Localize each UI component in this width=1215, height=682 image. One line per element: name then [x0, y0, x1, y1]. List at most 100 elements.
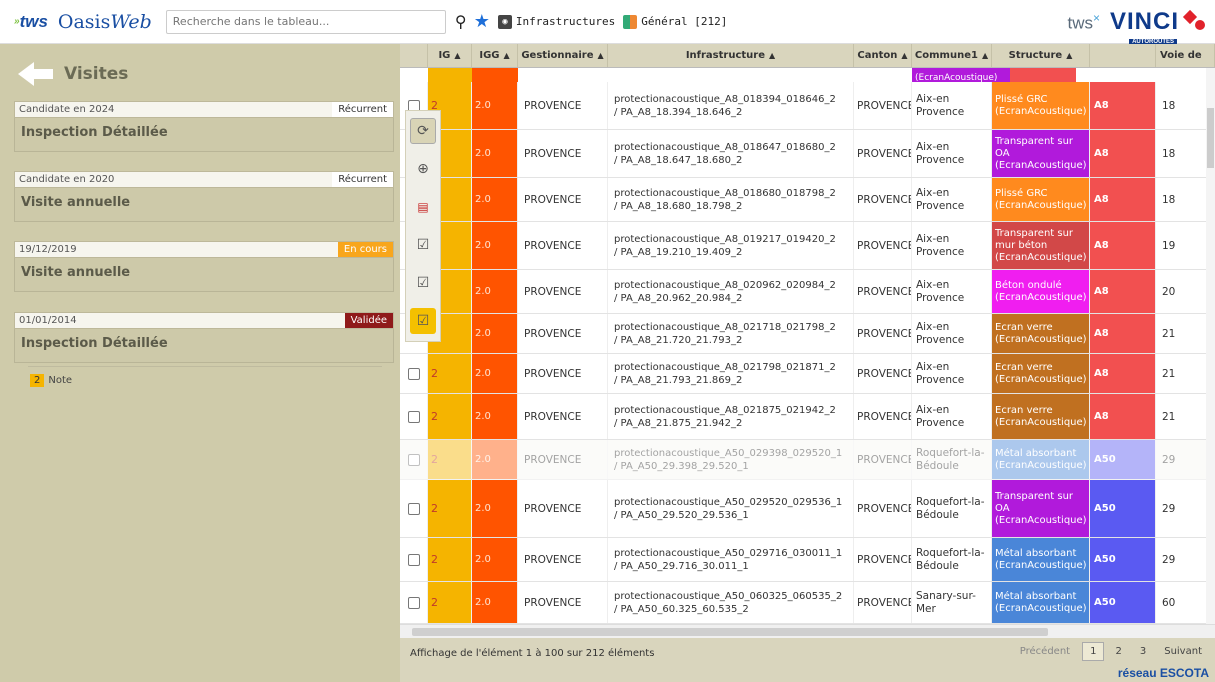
infrastructure-cell[interactable]: protectionacoustique_A50_029520_029536_1…	[608, 480, 854, 537]
structure-line: Ecran verre	[995, 321, 1053, 333]
structure-line: (EcranAcoustique)	[995, 559, 1087, 571]
vertical-scrollbar[interactable]	[1206, 68, 1215, 624]
visits-header: Visites	[18, 52, 128, 96]
table-row[interactable]: 2 2.0 PROVENCE protectionacoustique_A50_060…	[400, 582, 1215, 624]
infrastructure-cell[interactable]: protectionacoustique_A50_060325_060535_2…	[608, 582, 854, 623]
scrollbar-thumb[interactable]	[412, 628, 1048, 636]
infrastructure-cell[interactable]: protectionacoustique_A8_021718_021798_2/…	[608, 314, 854, 353]
globe-icon[interactable]: ⊕	[410, 156, 436, 182]
prev-page-button[interactable]: Précédent	[1020, 646, 1070, 657]
row-checkbox[interactable]	[407, 410, 420, 423]
infrastructure-cell[interactable]: protectionacoustique_A8_021875_021942_2/…	[608, 394, 854, 439]
igg-cell: 2.0	[472, 582, 518, 623]
horizontal-scrollbar[interactable]	[400, 624, 1215, 638]
commune-line: Aix-en	[916, 403, 950, 416]
row-checkbox[interactable]	[407, 596, 420, 609]
igg-cell: 2.0	[472, 480, 518, 537]
table-row[interactable]: 22.0PROVENCEprotectionacoustique_A8_0217…	[400, 354, 1215, 394]
column-header-select[interactable]	[400, 44, 428, 67]
check-add-icon[interactable]: ☑	[410, 270, 436, 296]
row-checkbox[interactable]	[407, 502, 420, 515]
route-cell: A50	[1090, 480, 1156, 537]
igg-cell: 2.0	[472, 178, 518, 221]
row-checkbox[interactable]	[407, 553, 420, 566]
table-row[interactable]: 2 2.0 PROVENCE protectionacoustique_A50_029…	[400, 538, 1215, 582]
infrastructure-id: protectionacoustique_A8_021875_021942_2	[614, 404, 836, 416]
canton-cell: PROVENCE	[854, 480, 912, 537]
back-arrow-icon[interactable]	[18, 56, 54, 92]
page-button[interactable]: 2	[1108, 643, 1128, 660]
infrastructure-cell[interactable]: protectionacoustique_A8_018647_018680_2/…	[608, 130, 854, 177]
canton-cell: PROVENCE	[854, 178, 912, 221]
commune-line: Roquefort-la-	[916, 446, 985, 459]
column-header-voie[interactable]: Voie de	[1156, 44, 1215, 67]
status-badge: En cours	[337, 242, 393, 257]
commune-line: Bédoule	[916, 508, 959, 521]
infrastructure-id: protectionacoustique_A8_019217_019420_2	[614, 233, 836, 245]
table-row[interactable]: 2 2.0 PROVENCE protectionacoustique_A8_0183…	[400, 82, 1215, 130]
infrastructure-cell[interactable]: protectionacoustique_A50_029716_030011_1…	[608, 538, 854, 581]
scrollbar-thumb[interactable]	[1207, 108, 1214, 168]
structure-line: Transparent sur	[995, 135, 1074, 147]
infrastructure-pa: / PA_A8_21.875_21.942_2	[614, 417, 743, 429]
page-button[interactable]: 1	[1082, 642, 1105, 661]
visit-card[interactable]: Candidate en 2020 Récurrent Visite annue…	[14, 171, 394, 222]
infrastructure-cell[interactable]: protectionacoustique_A8_019217_019420_2/…	[608, 222, 854, 269]
route-cell: A8	[1090, 222, 1156, 269]
general-chip[interactable]: Général [212]	[623, 14, 728, 29]
table-row[interactable]: 22.0PROVENCEprotectionacoustique_A8_0186…	[400, 130, 1215, 178]
table-row[interactable]: 22.0PROVENCEprotectionacoustique_A8_0186…	[400, 178, 1215, 222]
pdf-icon[interactable]: ▤	[410, 194, 436, 220]
infrastructures-chip[interactable]: ◉ Infrastructures	[497, 14, 615, 29]
eye-icon: ◉	[497, 14, 512, 29]
notes-link[interactable]: 2 Note	[30, 374, 72, 387]
column-header-route[interactable]	[1090, 44, 1156, 67]
row-select-cell	[400, 354, 428, 393]
visit-card[interactable]: 19/12/2019 En cours Visite annuelle	[14, 241, 394, 292]
table-row[interactable]: 22.0PROVENCEprotectionacoustique_A8_0192…	[400, 222, 1215, 270]
infrastructure-cell[interactable]: protectionacoustique_A8_020962_020984_2/…	[608, 270, 854, 313]
ig-cell: 2	[428, 538, 472, 581]
column-header-infrastructure[interactable]: Infrastructure ▲	[608, 44, 854, 67]
visit-card[interactable]: Candidate en 2024 Récurrent Inspection D…	[14, 101, 394, 152]
column-header-commune[interactable]: Commune1 ▲	[912, 44, 992, 67]
visit-card[interactable]: 01/01/2014 Validée Inspection Détaillée	[14, 312, 394, 363]
app-title[interactable]: OasisWeb	[58, 11, 152, 33]
column-header-canton[interactable]: Canton ▲	[854, 44, 912, 67]
tws-arrows-icon: »	[14, 16, 19, 27]
globe-refresh-icon[interactable]: ⟳	[410, 118, 436, 144]
visit-card-header: Candidate en 2024 Récurrent	[14, 101, 394, 118]
commune-cell: Aix-en Provence	[912, 394, 992, 439]
canton-cell: PROVENCE	[854, 270, 912, 313]
row-checkbox[interactable]	[407, 453, 420, 466]
table-row[interactable]: 2 2.0 PROVENCE protectionacoustique_A8_0218…	[400, 394, 1215, 440]
table-row[interactable]: 22.0PROVENCEprotectionacoustique_A8_0217…	[400, 314, 1215, 354]
infrastructure-cell[interactable]: protectionacoustique_A8_021798_021871_2/…	[608, 354, 854, 393]
tws-logo[interactable]: » tws	[14, 12, 48, 32]
column-header-ig[interactable]: IG ▲	[428, 44, 472, 67]
structure-line: OA	[995, 502, 1010, 514]
table-row[interactable]: 22.0PROVENCEprotectionacoustique_A8_0209…	[400, 270, 1215, 314]
column-header-structure[interactable]: Structure ▲	[992, 44, 1090, 67]
route-cell: A50	[1090, 582, 1156, 623]
column-header-gestionnaire[interactable]: Gestionnaire ▲	[518, 44, 608, 67]
check-h-icon[interactable]: ☑	[410, 232, 436, 258]
check-add-highlight-icon[interactable]: ☑	[410, 308, 436, 334]
next-page-button[interactable]: Suivant	[1157, 643, 1209, 660]
route-cell: A50	[1090, 440, 1156, 479]
row-checkbox[interactable]	[407, 367, 420, 380]
favorite-star-icon[interactable]: ★	[474, 11, 490, 32]
column-header-label: Voie de	[1160, 50, 1202, 61]
infrastructure-cell[interactable]: protectionacoustique_A50_029398_029520_1…	[608, 440, 854, 479]
search-icon[interactable]: ⚲	[452, 12, 470, 31]
column-header-igg[interactable]: IGG ▲	[472, 44, 518, 67]
commune-line: Provence	[916, 105, 965, 118]
infrastructure-cell[interactable]: protectionacoustique_A8_018680_018798_2/…	[608, 178, 854, 221]
infrastructure-cell[interactable]: protectionacoustique_A8_018394_018646_2/…	[608, 82, 854, 129]
visits-panel: Visites Candidate en 2024 Récurrent Insp…	[0, 44, 400, 682]
general-chip-label: Général [212]	[641, 15, 728, 28]
page-button[interactable]: 3	[1133, 643, 1153, 660]
table-search-input[interactable]	[165, 9, 446, 34]
table-row[interactable]: 2 2.0 PROVENCE protectionacoustique_A50_029…	[400, 480, 1215, 538]
table-row[interactable]: 2 2.0 PROVENCE protectionacoustique_A50_029…	[400, 440, 1215, 480]
